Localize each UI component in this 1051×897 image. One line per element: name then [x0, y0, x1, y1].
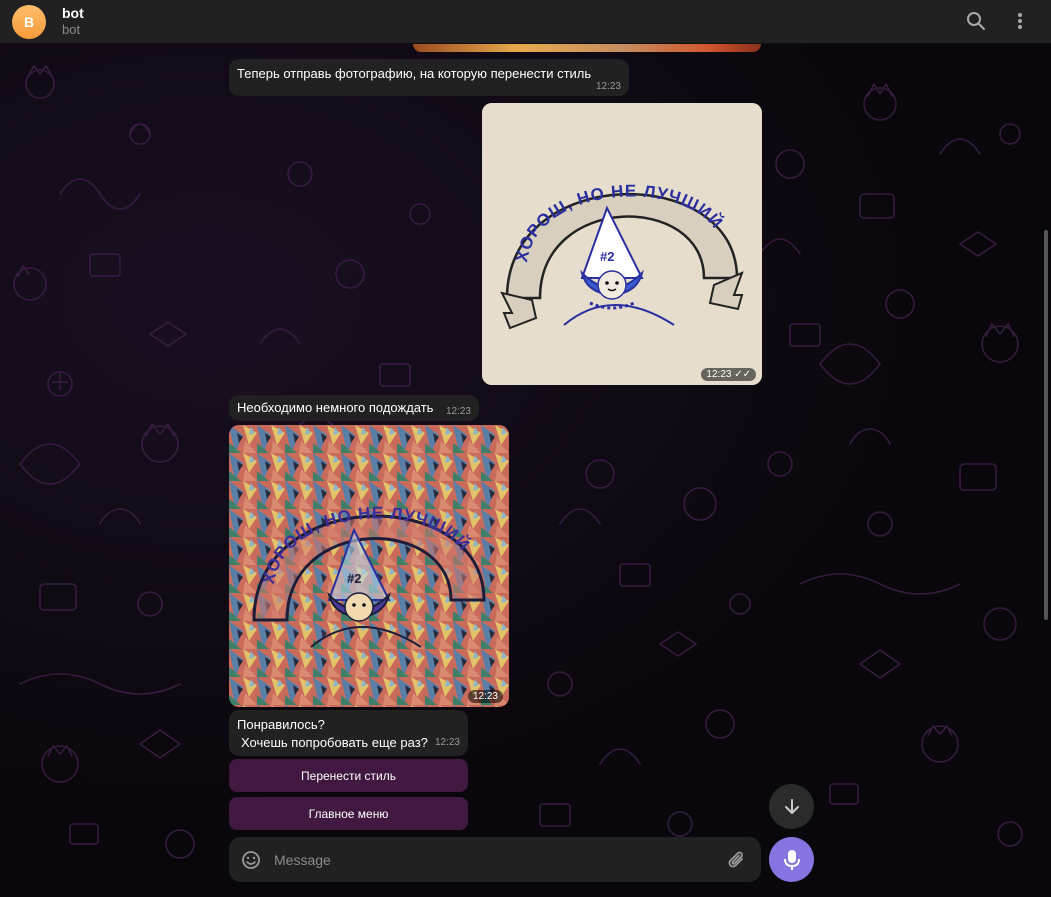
photo-time-value: 12:23 — [706, 369, 732, 380]
message-time: 12:23 — [445, 406, 471, 417]
scroll-down-button[interactable] — [769, 784, 814, 829]
photo-time: 12:23 — [467, 690, 503, 703]
keyboard-button-style-transfer[interactable]: Перенести стиль — [229, 759, 468, 792]
chat-header: B bot bot — [0, 0, 1051, 44]
previous-photo-edge[interactable] — [413, 44, 761, 52]
message-bubble[interactable]: Необходимо немного подождать 12:23 — [229, 395, 479, 421]
styled-photo-drawing: #2 ХОРОШ, НО НЕ ЛУЧШИЙ — [229, 425, 509, 707]
message-text: Теперь отправь фотографию, на которую пе… — [237, 66, 592, 81]
more-vertical-icon[interactable] — [1009, 10, 1031, 32]
header-actions — [965, 10, 1031, 32]
message-time: 12:23 — [595, 81, 621, 92]
double-check-icon: ✓✓ — [734, 369, 751, 380]
chat-title: bot — [62, 5, 84, 21]
photo-drawing: #2 ХОРОШ, НО НЕ ЛУЧШИЙ — [482, 103, 762, 385]
message-composer — [229, 837, 761, 882]
photo-time: 12:23 ✓✓ — [701, 368, 756, 381]
message-text-line2: Хочешь попробовать еще раз? — [241, 735, 428, 750]
photo-badge: #2 — [600, 249, 614, 264]
outgoing-photo[interactable]: #2 ХОРОШ, НО НЕ ЛУЧШИЙ 12:23 ✓✓ — [482, 103, 762, 385]
avatar[interactable]: B — [12, 4, 46, 39]
message-bubble[interactable]: Теперь отправь фотографию, на которую пе… — [229, 59, 629, 96]
message-input[interactable] — [274, 851, 704, 868]
scrollbar[interactable] — [1044, 230, 1048, 620]
message-text: Необходимо немного подождать — [237, 400, 434, 415]
voice-record-button[interactable] — [769, 837, 814, 882]
attach-icon[interactable] — [727, 849, 749, 871]
chat-subtitle: bot — [62, 22, 81, 37]
emoji-icon[interactable] — [240, 849, 262, 871]
chat-title-block[interactable]: bot bot — [62, 5, 84, 38]
keyboard-button-main-menu[interactable]: Главное меню — [229, 797, 468, 830]
message-bubble[interactable]: Понравилось? Хочешь попробовать еще раз?… — [229, 710, 468, 756]
microphone-icon — [783, 849, 800, 870]
search-icon[interactable] — [965, 10, 987, 32]
incoming-styled-photo[interactable]: #2 ХОРОШ, НО НЕ ЛУЧШИЙ 12:23 — [229, 425, 509, 707]
arrow-down-icon — [784, 798, 799, 814]
message-time: 12:23 — [434, 737, 460, 748]
photo-badge: #2 — [347, 571, 361, 586]
message-text-line1: Понравилось? — [237, 717, 325, 732]
